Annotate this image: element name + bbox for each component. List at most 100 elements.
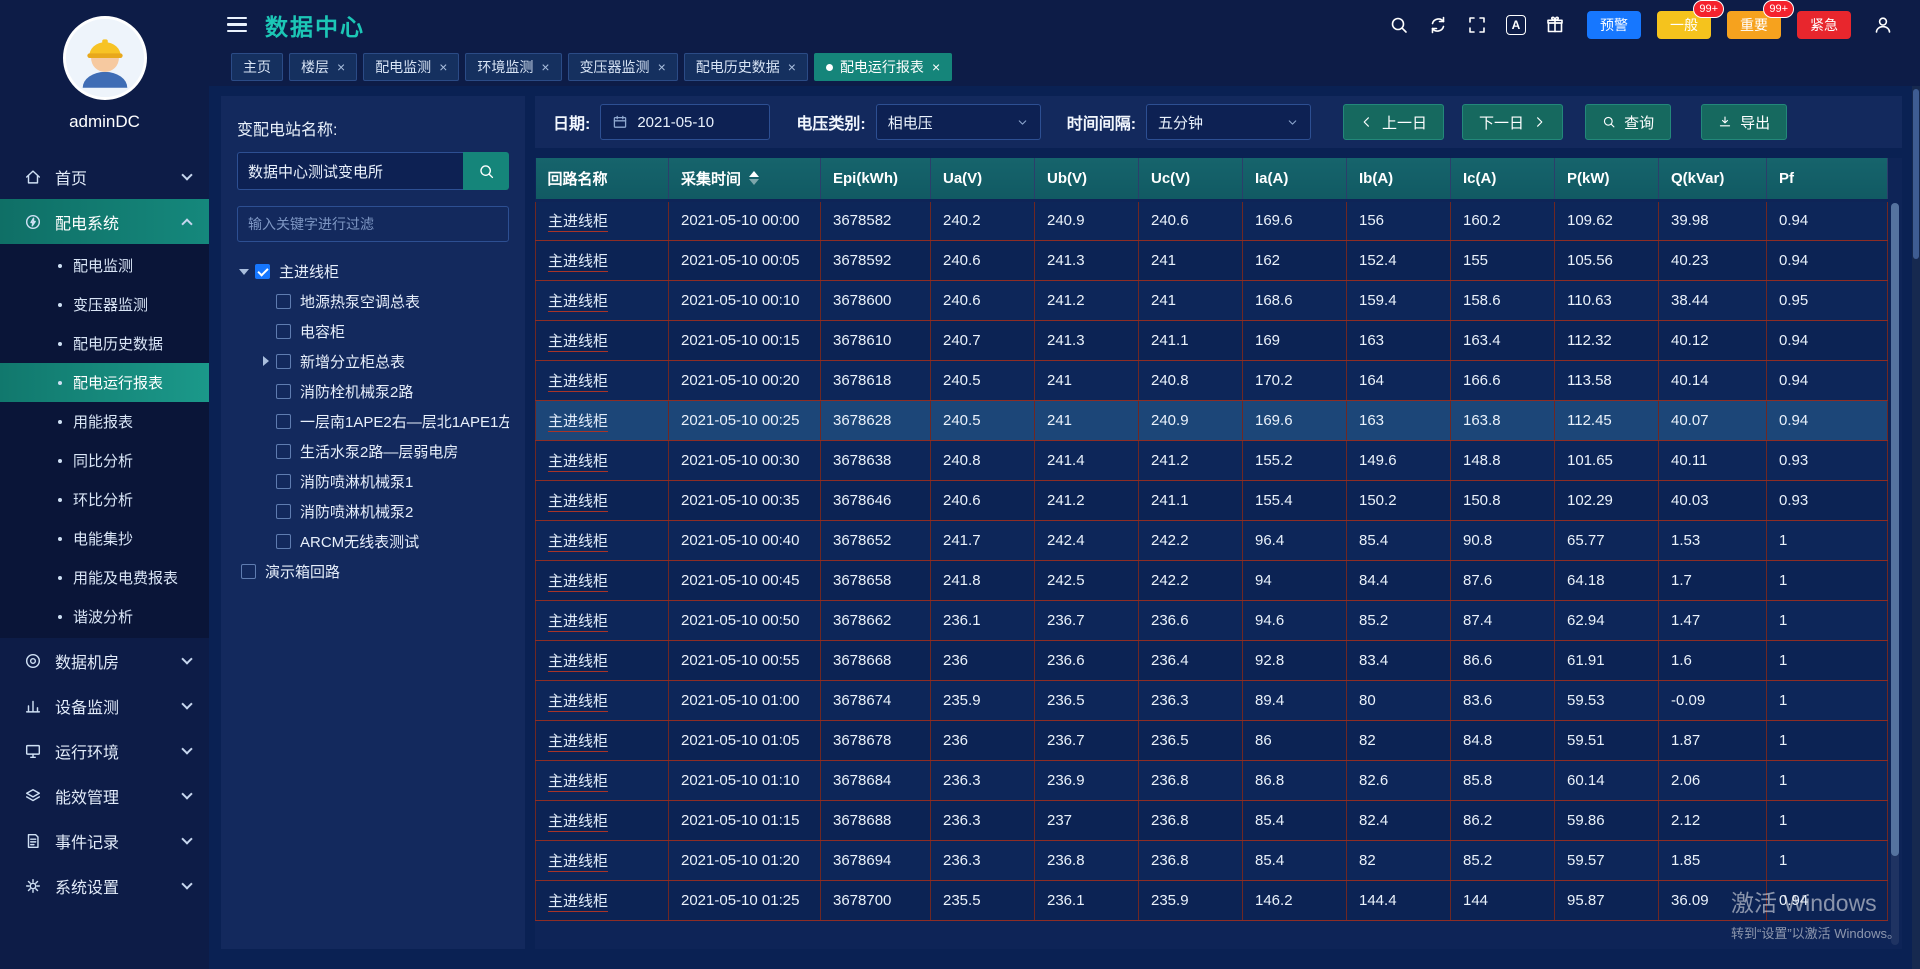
sidebar-item-data-room[interactable]: 数据机房 [0, 638, 209, 683]
table-header-cell[interactable]: Ub(V) [1035, 158, 1139, 200]
sidebar-item-system-settings[interactable]: 系统设置 [0, 863, 209, 908]
table-row[interactable]: 主进线柜2021-05-10 01:053678678236236.7236.5… [536, 720, 1888, 760]
checkbox[interactable] [276, 474, 291, 489]
sidebar-item-home[interactable]: 首页 [0, 154, 209, 199]
table-scrollbar[interactable] [1891, 203, 1899, 945]
tab-env-monitor[interactable]: 环境监测× [465, 53, 561, 81]
sidebar-subitem-pd-monitor[interactable]: 配电监测 [0, 246, 209, 285]
sidebar-item-event-log[interactable]: 事件记录 [0, 818, 209, 863]
font-size-icon[interactable]: A [1505, 14, 1527, 36]
prev-day-button[interactable]: 上一日 [1343, 104, 1444, 140]
tree-node[interactable]: 地源热泵空调总表 [237, 286, 509, 316]
sidebar-item-energy-mgmt[interactable]: 能效管理 [0, 773, 209, 818]
table-header-cell[interactable]: Epi(kWh) [821, 158, 931, 200]
tab-pd-history[interactable]: 配电历史数据× [684, 53, 808, 81]
table-row[interactable]: 主进线柜2021-05-10 00:203678618240.5241240.8… [536, 360, 1888, 400]
tab-home[interactable]: 主页 [231, 53, 283, 81]
tab-transformer-monitor[interactable]: 变压器监测× [568, 53, 678, 81]
tree-node[interactable]: 主进线柜 [237, 256, 509, 286]
sidebar-item-device-monitor[interactable]: 设备监测 [0, 683, 209, 728]
sidebar-subitem-yoy-analysis[interactable]: 同比分析 [0, 441, 209, 480]
tree-node[interactable]: 电容柜 [237, 316, 509, 346]
station-input[interactable] [237, 152, 463, 190]
station-search-button[interactable] [463, 152, 509, 190]
checkbox[interactable] [276, 534, 291, 549]
table-row[interactable]: 主进线柜2021-05-10 01:153678688236.3237236.8… [536, 800, 1888, 840]
sidebar-subitem-harmonic-analysis[interactable]: 谐波分析 [0, 597, 209, 636]
sidebar-subitem-energy-fee-report[interactable]: 用能及电费报表 [0, 558, 209, 597]
checkbox[interactable] [276, 504, 291, 519]
alarm-button-warning[interactable]: 预警 [1587, 11, 1641, 39]
table-row[interactable]: 主进线柜2021-05-10 01:203678694236.3236.8236… [536, 840, 1888, 880]
table-row[interactable]: 主进线柜2021-05-10 00:553678668236236.6236.4… [536, 640, 1888, 680]
alarm-button-urgent[interactable]: 紧急 [1797, 11, 1851, 39]
tree-node[interactable]: 一层南1APE2右—层北1APE1左 [237, 406, 509, 436]
tree-node[interactable]: ARCM无线表测试 [237, 526, 509, 556]
tree-node[interactable]: 消防喷淋机械泵2 [237, 496, 509, 526]
search-icon[interactable] [1388, 14, 1410, 36]
tab-floor[interactable]: 楼层× [289, 53, 357, 81]
close-icon[interactable]: × [541, 59, 549, 75]
tree-node[interactable]: 消防喷淋机械泵1 [237, 466, 509, 496]
table-header-cell[interactable]: Ia(A) [1243, 158, 1347, 200]
date-picker[interactable]: 2021-05-10 [600, 104, 770, 140]
sidebar-item-runtime-env[interactable]: 运行环境 [0, 728, 209, 773]
tab-pd-report[interactable]: 配电运行报表× [814, 53, 952, 81]
close-icon[interactable]: × [788, 59, 796, 75]
sidebar-subitem-mom-analysis[interactable]: 环比分析 [0, 480, 209, 519]
table-header-cell[interactable]: 采集时间 [669, 158, 821, 200]
sidebar-subitem-meter-reading[interactable]: 电能集抄 [0, 519, 209, 558]
checkbox[interactable] [276, 444, 291, 459]
tree-caret-icon[interactable] [237, 263, 253, 279]
alarm-button-important[interactable]: 重要99+ [1727, 11, 1781, 39]
hamburger-menu-icon[interactable] [227, 17, 247, 33]
alarm-button-general[interactable]: 一般99+ [1657, 11, 1711, 39]
export-button[interactable]: 导出 [1701, 104, 1787, 140]
tree-node[interactable]: 生活水泵2路—层弱电房 [237, 436, 509, 466]
interval-select[interactable]: 五分钟 [1146, 104, 1311, 140]
scrollbar-thumb[interactable] [1891, 203, 1899, 856]
page-scrollbar[interactable] [1912, 86, 1920, 969]
table-row[interactable]: 主进线柜2021-05-10 00:053678592240.6241.3241… [536, 240, 1888, 280]
tab-pd-monitor[interactable]: 配电监测× [363, 53, 459, 81]
table-row[interactable]: 主进线柜2021-05-10 01:253678700235.5236.1235… [536, 880, 1888, 920]
fullscreen-icon[interactable] [1466, 14, 1488, 36]
checkbox[interactable] [276, 354, 291, 369]
table-row[interactable]: 主进线柜2021-05-10 00:103678600240.6241.2241… [536, 280, 1888, 320]
checkbox[interactable] [276, 324, 291, 339]
table-row[interactable]: 主进线柜2021-05-10 01:103678684236.3236.9236… [536, 760, 1888, 800]
sidebar-subitem-pd-report[interactable]: 配电运行报表 [0, 363, 209, 402]
table-row[interactable]: 主进线柜2021-05-10 01:003678674235.9236.5236… [536, 680, 1888, 720]
table-row[interactable]: 主进线柜2021-05-10 00:403678652241.7242.4242… [536, 520, 1888, 560]
table-row[interactable]: 主进线柜2021-05-10 00:353678646240.6241.2241… [536, 480, 1888, 520]
sort-icon[interactable] [749, 171, 759, 185]
table-row[interactable]: 主进线柜2021-05-10 00:503678662236.1236.7236… [536, 600, 1888, 640]
checkbox[interactable] [255, 264, 270, 279]
checkbox[interactable] [241, 564, 256, 579]
table-header-cell[interactable]: Uc(V) [1139, 158, 1243, 200]
sidebar-subitem-energy-report[interactable]: 用能报表 [0, 402, 209, 441]
tree-filter-input[interactable] [237, 206, 509, 242]
table-header-cell[interactable]: Pf [1767, 158, 1888, 200]
next-day-button[interactable]: 下一日 [1462, 104, 1563, 140]
table-header-cell[interactable]: P(kW) [1555, 158, 1659, 200]
checkbox[interactable] [276, 294, 291, 309]
sidebar-subitem-pd-history[interactable]: 配电历史数据 [0, 324, 209, 363]
table-row[interactable]: 主进线柜2021-05-10 00:003678582240.2240.9240… [536, 200, 1888, 240]
refresh-icon[interactable] [1427, 14, 1449, 36]
user-icon[interactable] [1872, 14, 1894, 36]
table-header-cell[interactable]: Q(kVar) [1659, 158, 1767, 200]
scrollbar-thumb[interactable] [1913, 89, 1919, 259]
close-icon[interactable]: × [932, 59, 940, 75]
close-icon[interactable]: × [658, 59, 666, 75]
tree-node[interactable]: 消防栓机械泵2路 [237, 376, 509, 406]
checkbox[interactable] [276, 384, 291, 399]
sidebar-item-power-system[interactable]: 配电系统 [0, 199, 209, 244]
tree-node[interactable]: 演示箱回路 [237, 556, 509, 586]
table-header-cell[interactable]: Ic(A) [1451, 158, 1555, 200]
voltage-select[interactable]: 相电压 [876, 104, 1041, 140]
table-row[interactable]: 主进线柜2021-05-10 00:303678638240.8241.4241… [536, 440, 1888, 480]
avatar[interactable] [63, 16, 147, 100]
gift-icon[interactable] [1544, 14, 1566, 36]
checkbox[interactable] [276, 414, 291, 429]
